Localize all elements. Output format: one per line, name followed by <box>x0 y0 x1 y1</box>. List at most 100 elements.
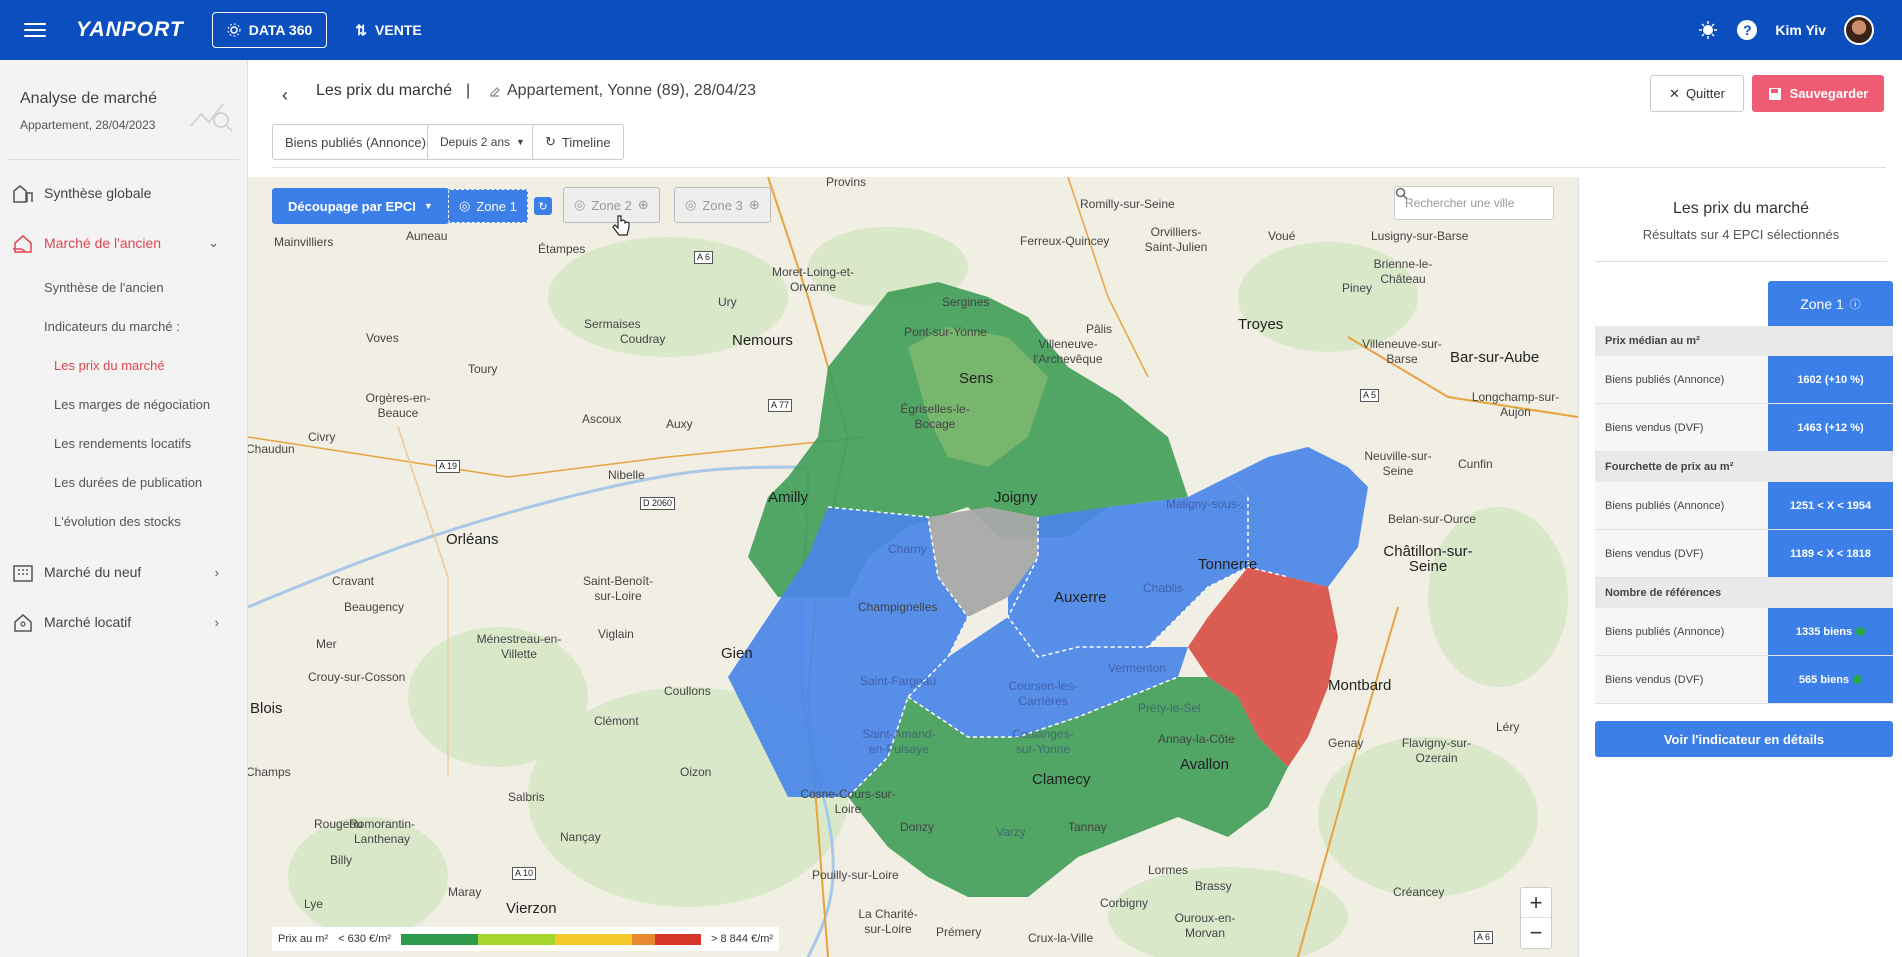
sidebar-item-synthese-globale[interactable]: Synthèse globale <box>0 168 247 218</box>
row-value-cell: 565 biens <box>1768 656 1893 703</box>
zoom-control: + − <box>1520 887 1552 949</box>
map-place-label: Tannay <box>1068 820 1107 834</box>
search-placeholder: Rechercher une ville <box>1405 196 1515 210</box>
sidebar-item-marche-locatif[interactable]: Marché locatif › <box>0 597 247 647</box>
sidebar-subitem-prix-marche[interactable]: Les prix du marché <box>0 346 247 385</box>
row-value: 1335 biens <box>1795 625 1853 638</box>
zone2-label: Zone 2 <box>591 197 632 213</box>
map-place-label: Ouroux-en-Morvan <box>1174 911 1236 940</box>
details-button[interactable]: Voir l'indicateur en détails <box>1595 721 1893 757</box>
map-place-label: Chaudun <box>248 442 295 456</box>
map-place-label: Auxerre <box>1054 589 1107 606</box>
sidebar-item-label: Marché de l'ancien <box>44 235 162 251</box>
back-arrow-icon[interactable]: ‹ <box>282 85 288 106</box>
map-place-label: Voué <box>1268 229 1296 243</box>
map-place-label: Nançay <box>560 830 601 844</box>
zoom-out-button[interactable]: − <box>1521 918 1551 948</box>
map-place-label: Vierzon <box>506 900 557 917</box>
map-place-label: Pouilly-sur-Loire <box>812 868 899 882</box>
map-place-label: Corbigny <box>1100 896 1149 910</box>
row-label: Biens publiés (Annonce) <box>1595 482 1768 529</box>
map-place-label: Préty-le-Sel <box>1138 701 1201 715</box>
map-place-label: Auneau <box>406 229 448 243</box>
filter-label: Biens publiés (Annonce) <box>285 134 426 150</box>
row-label: Biens vendus (DVF) <box>1595 530 1768 577</box>
vente-label: VENTE <box>375 22 422 38</box>
legend-swatch <box>554 933 632 945</box>
sidebar-subitem-rendements[interactable]: Les rendements locatifs <box>0 424 247 463</box>
sidebar-subitem-marges[interactable]: Les marges de négociation <box>0 385 247 424</box>
map-place-label: Toury <box>468 362 498 376</box>
subject-title[interactable]: Appartement, Yonne (89), 28/04/23 <box>488 82 756 100</box>
sidebar-subitem-synthese-ancien[interactable]: Synthèse de l'ancien <box>0 268 247 307</box>
city-search-input[interactable]: Rechercher une ville <box>1394 186 1554 220</box>
lightbulb-icon[interactable] <box>1697 19 1719 41</box>
house-hand-icon <box>13 235 32 253</box>
map-place-label: Ferreux-Quincey <box>1020 234 1110 248</box>
map-place-label: Lormes <box>1148 863 1189 877</box>
map-place-label: Billy <box>330 853 353 867</box>
zone1-button[interactable]: ◎ Zone 1 <box>448 189 528 223</box>
sidebar-subitem-durees[interactable]: Les durées de publication <box>0 463 247 502</box>
table-row: Biens vendus (DVF) 565 biens <box>1595 656 1893 704</box>
zone3-button[interactable]: ◎ Zone 3 ⊕ <box>674 187 771 223</box>
map-place-label: Lusigny-sur-Barse <box>1371 229 1469 243</box>
info-icon: ⓘ <box>1849 298 1861 311</box>
avatar[interactable] <box>1844 15 1874 45</box>
map-place-label: Orgères-en-Beauce <box>365 391 431 420</box>
map-place-label: Civry <box>308 430 336 444</box>
sidebar-item-label: Marché du neuf <box>44 564 142 580</box>
save-label: Sauvegarder <box>1789 86 1869 101</box>
map-place-label: Vermenton <box>1108 661 1167 675</box>
map-place-label: Avallon <box>1180 756 1229 773</box>
row-label: Biens publiés (Annonce) <box>1595 356 1768 403</box>
period-filter-select[interactable]: Depuis 2 ans ▼ <box>427 124 538 160</box>
sidebar-subitem-stocks[interactable]: L'évolution des stocks <box>0 502 247 541</box>
results-table: Prix médian au m² Biens publiés (Annonce… <box>1595 326 1893 704</box>
road-label: A 5 <box>1360 389 1380 402</box>
map-place-label: Clamecy <box>1032 771 1091 788</box>
quit-button[interactable]: ✕ Quitter <box>1650 75 1744 112</box>
map-place-label: Villeneuve-l'Archevêque <box>1033 337 1103 366</box>
row-label: Biens publiés (Annonce) <box>1595 608 1768 655</box>
gear-icon <box>227 23 241 37</box>
timeline-button[interactable]: ↻ Timeline <box>532 124 624 160</box>
target-icon: ◎ <box>685 197 697 212</box>
sidebar-item-marche-neuf[interactable]: Marché du neuf › <box>0 547 247 597</box>
status-dot-icon <box>1853 675 1863 684</box>
menu-icon[interactable] <box>24 23 46 37</box>
app-logo[interactable]: YANPORT <box>76 18 184 42</box>
building-chart-icon <box>13 185 33 203</box>
map-place-label: Coulanges-sur-Yonne <box>1012 727 1074 756</box>
target-icon: ◎ <box>459 198 471 213</box>
map-place-label: Orvilliers-Saint-Julien <box>1144 225 1208 254</box>
data360-label: DATA 360 <box>248 22 313 38</box>
map-place-label: Provins <box>826 177 867 189</box>
map-place-label: Tonnerre <box>1198 556 1258 573</box>
pointer-cursor-icon <box>612 215 630 236</box>
map-place-label: Cosne-Cours-sur-Loire <box>800 787 896 816</box>
map-place-label: Moret-Loing-et-Orvanne <box>771 265 855 294</box>
map-place-label: Bar-sur-Aube <box>1450 349 1540 366</box>
vente-button[interactable]: ⇅ VENTE <box>355 22 421 39</box>
legend-color-bar <box>401 933 702 945</box>
help-icon[interactable]: ? <box>1737 20 1758 40</box>
zone-tab-label: Zone 1 <box>1800 295 1844 312</box>
map-area[interactable]: Provins Romilly-sur-Seine Mainvilliers A… <box>248 177 1578 957</box>
panel-title: Les prix du marché <box>1672 200 1810 217</box>
data360-button[interactable]: DATA 360 <box>211 12 328 48</box>
section-header: Fourchette de prix au m² <box>1595 452 1893 482</box>
zone1-tab[interactable]: Zone 1 ⓘ <box>1768 281 1893 326</box>
map-place-label: Chablis <box>1143 581 1184 595</box>
user-name[interactable]: Kim Yiv <box>1775 22 1826 38</box>
epci-dropdown-button[interactable]: Découpage par EPCI ▼ <box>272 188 449 224</box>
zoom-in-button[interactable]: + <box>1521 888 1551 918</box>
sidebar-item-marche-ancien[interactable]: Marché de l'ancien ⌄ <box>0 218 247 268</box>
refresh-icon[interactable]: ↻ <box>534 197 552 215</box>
road-label: A 10 <box>512 867 537 880</box>
map-place-label: Salbris <box>508 790 545 804</box>
map-place-label: Cunfin <box>1458 457 1493 471</box>
save-button[interactable]: Sauvegarder <box>1752 75 1884 112</box>
panel-divider <box>1595 261 1887 262</box>
market-analysis-icon <box>190 103 233 132</box>
